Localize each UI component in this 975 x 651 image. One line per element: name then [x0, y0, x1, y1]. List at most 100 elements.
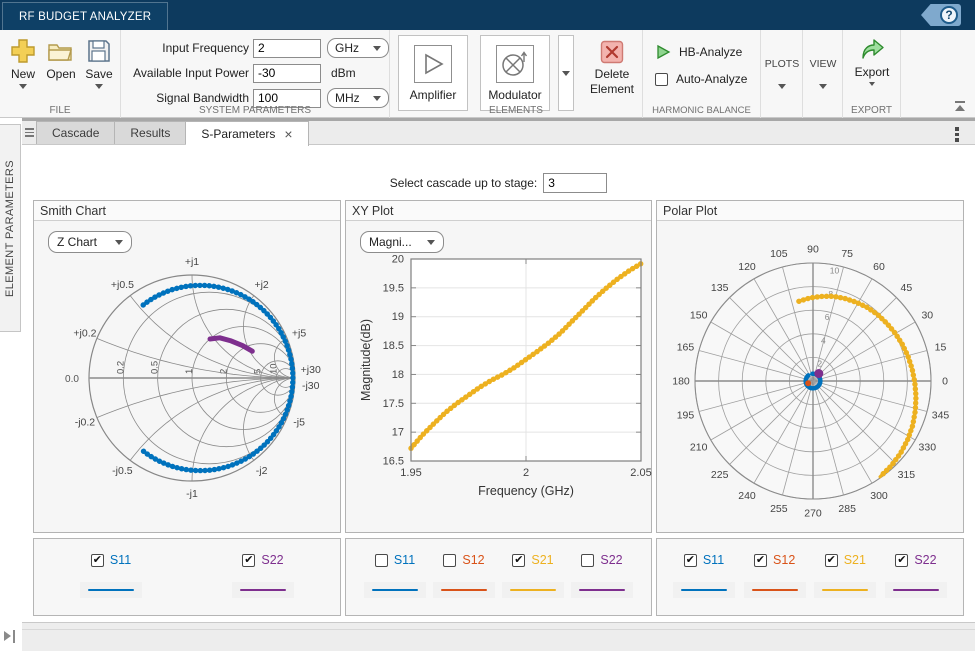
smith-chart-type-dropdown[interactable]: Z Chart — [48, 231, 132, 253]
svg-text:90: 90 — [807, 244, 819, 256]
app-tab[interactable]: RF BUDGET ANALYZER — [2, 2, 168, 30]
panel-menu-icon[interactable] — [25, 126, 34, 138]
svg-text:+j5: +j5 — [292, 327, 306, 339]
view-dropdown-button[interactable]: VIEW — [803, 58, 843, 89]
auto-analyze-checkbox[interactable] — [655, 73, 668, 86]
svg-text:135: 135 — [711, 282, 729, 294]
tab-bar-menu-icon[interactable] — [955, 127, 959, 144]
bandwidth-label: Signal Bandwidth — [127, 91, 249, 105]
legend-label-s22: S22 — [261, 553, 283, 567]
tab-cascade[interactable]: Cascade — [36, 121, 115, 145]
svg-text:255: 255 — [770, 503, 788, 515]
s-parameters-view: Select cascade up to stage: Smith Chart … — [22, 145, 975, 622]
smith-chart-legend: ✔S11✔S22 — [33, 538, 341, 616]
svg-text:+j0.2: +j0.2 — [73, 327, 96, 339]
svg-text:210: 210 — [690, 442, 708, 454]
element-parameters-side-tab[interactable]: ELEMENT PARAMETERS — [0, 124, 21, 332]
plots-dropdown-button[interactable]: PLOTS — [761, 58, 803, 89]
modulator-label: Modulator — [488, 88, 541, 102]
svg-text:2: 2 — [523, 467, 529, 479]
svg-text:0.2: 0.2 — [115, 361, 126, 374]
smith-chart-panel: Smith Chart Z Chart 0.20.5125100.0+j0.2-… — [33, 200, 341, 533]
modulator-button[interactable]: Modulator — [480, 35, 550, 111]
legend-checkbox-s22[interactable]: ✔ — [242, 554, 255, 567]
delete-element-label: Delete Element — [586, 67, 638, 97]
help-icon[interactable]: ? — [940, 6, 958, 24]
legend-checkbox-s11[interactable]: ✔ — [91, 554, 104, 567]
xy-dropdown-caret — [427, 240, 435, 245]
tab-close-icon[interactable]: × — [284, 129, 292, 139]
smith-chart-type-value: Z Chart — [57, 235, 97, 249]
system-parameters-caption: SYSTEM PARAMETERS — [121, 105, 389, 116]
legend-checkbox-s21[interactable]: ✔ — [825, 554, 838, 567]
amplifier-button[interactable]: Amplifier — [398, 35, 468, 111]
legend-checkbox-s22[interactable] — [581, 554, 594, 567]
svg-text:105: 105 — [770, 248, 788, 260]
svg-text:1: 1 — [184, 369, 195, 374]
toolstrip: New Open Save FILE — [0, 30, 975, 118]
elements-gallery-dropdown[interactable] — [558, 35, 574, 111]
svg-text:+j30: +j30 — [301, 364, 321, 376]
input-frequency-field[interactable] — [253, 39, 321, 58]
xy-plot-canvas: 1.9522.0516.51717.51818.51919.520Magnitu… — [346, 221, 653, 532]
export-label: Export — [855, 65, 890, 79]
legend-checkbox-s12[interactable]: ✔ — [754, 554, 767, 567]
hb-analyze-button[interactable]: HB-Analyze — [655, 44, 742, 60]
xy-plot-panel: XY Plot Magni... 1.9522.0516.51717.51818… — [345, 200, 652, 533]
legend-label-s12: S12 — [462, 553, 484, 567]
section-plots: PLOTS — [761, 30, 803, 118]
frequency-unit-value: GHz — [335, 41, 359, 55]
new-plus-icon — [10, 38, 36, 64]
export-button[interactable]: Export — [843, 38, 901, 86]
new-button[interactable]: New — [6, 38, 40, 89]
minimize-toolstrip-icon[interactable] — [953, 101, 967, 113]
hb-analyze-label: HB-Analyze — [679, 45, 742, 59]
xy-plot-type-dropdown[interactable]: Magni... — [360, 231, 444, 253]
svg-text:+j2: +j2 — [254, 279, 268, 291]
legend-checkbox-s11[interactable]: ✔ — [684, 554, 697, 567]
frequency-unit-dropdown[interactable]: GHz — [327, 38, 389, 58]
svg-text:17: 17 — [392, 427, 404, 439]
open-button[interactable]: Open — [44, 38, 78, 81]
svg-text:+j1: +j1 — [185, 256, 199, 268]
svg-text:165: 165 — [677, 341, 695, 353]
legend-checkbox-s11[interactable] — [375, 554, 388, 567]
delete-element-button[interactable]: Delete Element — [586, 40, 638, 97]
tab-s-parameters[interactable]: S-Parameters × — [186, 121, 308, 146]
legend-checkbox-s21[interactable]: ✔ — [512, 554, 525, 567]
open-folder-icon — [47, 38, 75, 64]
legend-swatch-s11 — [673, 582, 735, 598]
svg-text:0.0: 0.0 — [65, 374, 79, 385]
stage-selector-input[interactable] — [543, 173, 607, 193]
tab-results[interactable]: Results — [115, 121, 186, 145]
expand-panel-icon[interactable] — [4, 630, 17, 643]
legend-swatch-s22 — [232, 582, 294, 598]
legend-checkbox-s12[interactable] — [443, 554, 456, 567]
bandwidth-unit-caret — [373, 96, 381, 101]
amplifier-label: Amplifier — [410, 88, 457, 102]
legend-item-s22: ✔S22 — [885, 553, 947, 598]
plots-label: PLOTS — [765, 58, 799, 70]
svg-text:150: 150 — [690, 310, 708, 322]
input-power-field[interactable] — [253, 64, 321, 83]
svg-text:19: 19 — [392, 311, 404, 323]
polar-plot-panel: Polar Plot 01530456075901051201351501651… — [656, 200, 964, 533]
save-dropdown-caret[interactable] — [95, 84, 103, 89]
legend-swatch-s22 — [885, 582, 947, 598]
svg-text:330: 330 — [919, 442, 937, 454]
legend-checkbox-s22[interactable]: ✔ — [895, 554, 908, 567]
status-strip — [0, 622, 975, 651]
file-section-caption: FILE — [0, 105, 120, 116]
legend-swatch-s11 — [80, 582, 142, 598]
smith-dropdown-caret — [115, 240, 123, 245]
legend-label-s22: S22 — [600, 553, 622, 567]
amplifier-icon — [414, 45, 452, 83]
save-floppy-icon — [86, 38, 112, 64]
new-label: New — [11, 67, 35, 81]
save-button[interactable]: Save — [82, 38, 116, 89]
new-dropdown-caret[interactable] — [19, 84, 27, 89]
section-harmonic-balance: HB-Analyze Auto-Analyze HARMONIC BALANCE — [643, 30, 761, 118]
svg-text:18: 18 — [392, 369, 404, 381]
section-system-parameters: Input Frequency GHz Available Input Powe… — [121, 30, 390, 118]
svg-text:60: 60 — [873, 261, 885, 273]
